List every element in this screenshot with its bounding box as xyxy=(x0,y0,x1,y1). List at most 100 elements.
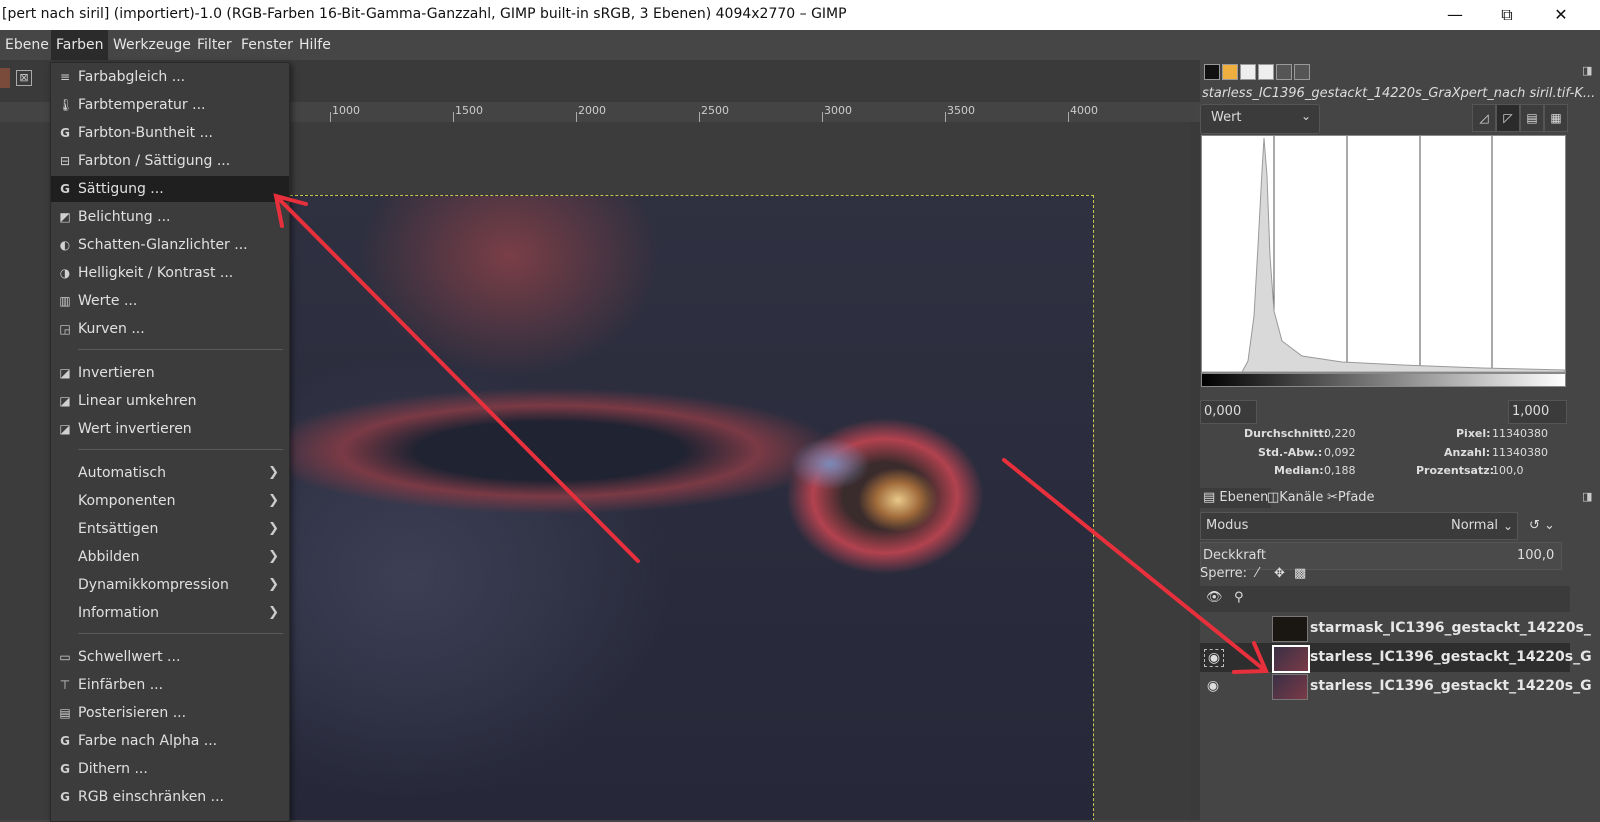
menu-item-label: Schwellwert ... xyxy=(78,649,181,665)
menu-filter[interactable]: Filter xyxy=(192,30,237,60)
menu-item-komponenten[interactable]: Komponenten ❯ xyxy=(51,488,289,514)
tool-options-icon[interactable] xyxy=(1204,64,1220,80)
menu-item-label: RGB einschränken ... xyxy=(78,789,224,805)
value-gradient-bar[interactable] xyxy=(1201,373,1566,387)
threshold-icon: ▭ xyxy=(59,650,71,664)
menu-item-dynamikkompression[interactable]: Dynamikkompression ❯ xyxy=(51,572,289,598)
maximize-button[interactable]: ⧉ xyxy=(1484,0,1530,30)
histogram-file-label: starless_IC1396_gestackt_14220s_GraXpert… xyxy=(1202,86,1596,101)
std-value: 0,092 xyxy=(1324,446,1356,459)
reset-mode-icon[interactable]: ↺ ⌄ xyxy=(1522,512,1562,540)
menu-item-rgb-einschraenken[interactable]: G RGB einschränken ... xyxy=(51,784,289,810)
image-tab-thumbnail[interactable] xyxy=(0,68,10,88)
menu-fenster[interactable]: Fenster xyxy=(236,30,298,60)
lock-pixels-icon[interactable]: ⁄ xyxy=(1256,566,1258,581)
ruler-label: 3500 xyxy=(947,104,975,117)
visibility-eye-icon[interactable]: ◉ xyxy=(1204,649,1224,667)
menu-separator xyxy=(78,633,283,634)
temperature-icon: 🌡 xyxy=(58,98,74,112)
menu-farben[interactable]: Farben xyxy=(51,30,109,60)
menu-item-saettigung[interactable]: G Sättigung ... xyxy=(51,176,289,202)
menu-item-information[interactable]: Information ❯ xyxy=(51,600,289,626)
tab-channels[interactable]: ◫Kanäle xyxy=(1264,488,1326,508)
ruler-label: 2500 xyxy=(701,104,729,117)
menu-item-kurven[interactable]: ◲ Kurven ... xyxy=(51,316,289,342)
menu-item-farbtemperatur[interactable]: 🌡 Farbtemperatur ... xyxy=(51,92,289,118)
mode-select[interactable]: Modus Normal ⌄ xyxy=(1200,512,1518,540)
histogram-icon[interactable] xyxy=(1276,64,1292,80)
menu-item-label: Kurven ... xyxy=(78,321,145,337)
window-titlebar: [pert nach siril] (importiert)-1.0 (RGB-… xyxy=(0,0,1600,30)
log-histogram-icon[interactable]: ◸ xyxy=(1496,104,1520,132)
panel-menu-icon[interactable]: ◨ xyxy=(1582,64,1592,77)
range-max-input[interactable]: 1,000 xyxy=(1508,400,1567,424)
menu-item-einfaerben[interactable]: ⊤ Einfärben ... xyxy=(51,672,289,698)
layer-row[interactable]: ◉ starless_IC1396_gestackt_14220s_G xyxy=(1200,643,1592,673)
opacity-slider[interactable]: Deckkraft 100,0 xyxy=(1200,542,1562,570)
ruler-tick xyxy=(1068,112,1069,122)
visibility-eye-icon[interactable]: ◉ xyxy=(1204,678,1222,694)
histogram-channel-select[interactable]: Wert ⌄ xyxy=(1200,104,1320,134)
menu-item-label: Komponenten xyxy=(78,493,176,509)
menu-item-linear-umkehren[interactable]: ◪ Linear umkehren xyxy=(51,388,289,414)
mode-label: Modus xyxy=(1206,518,1249,533)
menu-item-farbton-saettigung[interactable]: ⊟ Farbton / Sättigung ... xyxy=(51,148,289,174)
menu-item-farbabgleich[interactable]: ≡ Farbabgleich ... xyxy=(51,64,289,90)
menu-item-helligkeit-kontrast[interactable]: ◑ Helligkeit / Kontrast ... xyxy=(51,260,289,286)
layer-view-icon[interactable]: ▦ xyxy=(1544,104,1568,132)
menu-item-label: Schatten-Glanzlichter ... xyxy=(78,237,248,253)
menu-item-posterisieren[interactable]: ▤ Posterisieren ... xyxy=(51,700,289,726)
fonts-icon[interactable] xyxy=(1240,64,1256,80)
tab-layers[interactable]: ▤ Ebenen xyxy=(1200,488,1272,508)
close-tab-icon[interactable]: ⊠ xyxy=(16,70,32,86)
menu-item-werte[interactable]: ▥ Werte ... xyxy=(51,288,289,314)
balance-icon: ≡ xyxy=(59,70,71,84)
menu-item-schatten-glanzlichter[interactable]: ◐ Schatten-Glanzlichter ... xyxy=(51,232,289,258)
histogram-graph[interactable] xyxy=(1201,135,1566,373)
menu-item-dithern[interactable]: G Dithern ... xyxy=(51,756,289,782)
menu-item-automatisch[interactable]: Automatisch ❯ xyxy=(51,460,289,486)
brush-icon[interactable] xyxy=(1294,64,1310,80)
submenu-arrow-icon: ❯ xyxy=(268,493,279,508)
menu-item-farbton-buntheit[interactable]: G Farbton-Buntheit ... xyxy=(51,120,289,146)
menu-item-farbe-nach-alpha[interactable]: G Farbe nach Alpha ... xyxy=(51,728,289,754)
palette-icon[interactable] xyxy=(1222,64,1238,80)
image-canvas[interactable] xyxy=(290,122,1196,820)
panel-menu-icon[interactable]: ◨ xyxy=(1582,490,1592,503)
lock-alpha-icon[interactable]: ▩ xyxy=(1294,566,1306,581)
ruler-tick xyxy=(699,112,700,122)
vertical-scrollbar[interactable] xyxy=(1190,122,1200,820)
posterize-icon: ▤ xyxy=(59,706,71,720)
tab-paths[interactable]: ✂Pfade xyxy=(1324,488,1378,508)
menu-item-belichtung[interactable]: ◩ Belichtung ... xyxy=(51,204,289,230)
mean-label: Durchschnitt: xyxy=(1244,427,1329,440)
menu-item-label: Dynamikkompression xyxy=(78,577,229,593)
chain-header-icon: ⚲ xyxy=(1234,590,1244,605)
linear-histogram-icon[interactable]: ◿ xyxy=(1472,104,1496,132)
menu-item-label: Posterisieren ... xyxy=(78,705,187,721)
menu-hilfe[interactable]: Hilfe xyxy=(294,30,336,60)
menu-item-abbilden[interactable]: Abbilden ❯ xyxy=(51,544,289,570)
menu-ebene[interactable]: Ebene xyxy=(0,30,54,60)
channel-view-icon[interactable]: ▤ xyxy=(1520,104,1544,132)
menu-item-schwellwert[interactable]: ▭ Schwellwert ... xyxy=(51,644,289,670)
tab-layers-label: Ebenen xyxy=(1219,490,1269,505)
menu-item-label: Belichtung ... xyxy=(78,209,171,225)
minimize-button[interactable]: — xyxy=(1432,0,1478,30)
exposure-icon: ◩ xyxy=(59,210,71,224)
window-title: [pert nach siril] (importiert)-1.0 (RGB-… xyxy=(2,6,847,22)
invert-icon: ◪ xyxy=(59,422,71,436)
menu-item-label: Abbilden xyxy=(78,549,140,565)
layer-row[interactable]: ◉ starless_IC1396_gestackt_14220s_G xyxy=(1200,672,1592,701)
close-button[interactable]: ✕ xyxy=(1538,0,1584,30)
menu-item-wert-invertieren[interactable]: ◪ Wert invertieren xyxy=(51,416,289,442)
layer-row[interactable]: starmask_IC1396_gestackt_14220s_ xyxy=(1200,614,1591,643)
lock-position-icon[interactable]: ✥ xyxy=(1274,566,1285,581)
menu-item-invertieren[interactable]: ◪ Invertieren xyxy=(51,360,289,386)
mode-value: Normal xyxy=(1451,518,1499,533)
menu-werkzeuge[interactable]: Werkzeuge xyxy=(108,30,196,60)
document-icon[interactable] xyxy=(1258,64,1274,80)
range-min-input[interactable]: 0,000 xyxy=(1200,400,1257,424)
layer-name: starless_IC1396_gestackt_14220s_G xyxy=(1310,678,1592,694)
menu-item-entsaettigen[interactable]: Entsättigen ❯ xyxy=(51,516,289,542)
